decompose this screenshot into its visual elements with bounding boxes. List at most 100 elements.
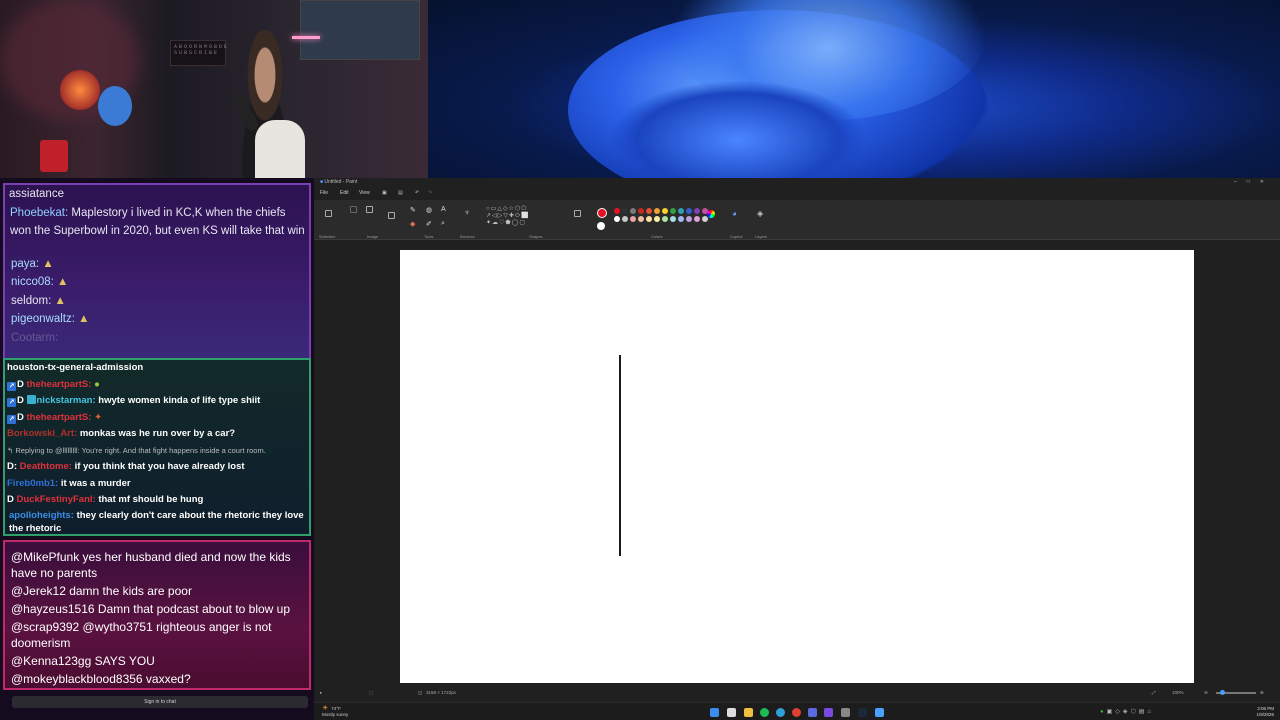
sign-in-to-chat-button[interactable]: Sign in to chat — [12, 696, 308, 708]
copilot-icon[interactable]: ◕ — [732, 209, 737, 218]
color-swatch[interactable] — [678, 208, 684, 214]
color-swatch[interactable] — [694, 208, 700, 214]
chat-message: @scrap9392 @wytho3751 righteous anger is… — [11, 620, 272, 650]
weather-widget[interactable]: ☀ 74°F Mostly sunny — [322, 705, 348, 717]
color-swatch[interactable] — [622, 208, 628, 214]
minimize-button[interactable]: – — [1234, 179, 1247, 185]
badge-icon — [26, 395, 36, 404]
emote-icon: ▲ — [78, 313, 90, 325]
clock-date: 1/9/2026 — [1256, 711, 1274, 717]
chat-reply: ↰ Replying to @lllllllll: You're right. … — [7, 445, 266, 455]
secondary-color[interactable] — [597, 222, 605, 230]
start-icon[interactable] — [710, 708, 719, 717]
status-bar: ▸ ⬚ ◱ 3158 × 1722px ⤢ 100% ⊖ ⊕ — [314, 686, 1280, 700]
chat-message: seldom: ▲ — [11, 294, 66, 307]
layers-icon[interactable]: ◈ — [757, 209, 763, 218]
color-swatch[interactable] — [654, 208, 660, 214]
edge-icon[interactable] — [776, 708, 785, 717]
app-icon[interactable] — [841, 708, 850, 717]
file-explorer-icon[interactable] — [744, 708, 753, 717]
undo-icon[interactable]: ↶ — [415, 188, 419, 198]
obs-icon[interactable] — [824, 708, 833, 717]
eraser-icon[interactable]: ◆ — [410, 220, 415, 228]
brush-icon[interactable]: ♆ — [464, 208, 470, 217]
menu-edit[interactable]: Edit — [340, 188, 349, 198]
maximize-button[interactable]: □ — [1247, 179, 1260, 185]
color-swatch[interactable] — [638, 216, 644, 222]
color-swatch[interactable] — [670, 208, 676, 214]
window-controls: –□✕ — [1234, 178, 1274, 186]
outline-fill-icon[interactable] — [574, 210, 581, 217]
magnifier-icon[interactable]: ⌕ — [441, 220, 445, 228]
rotate-icon[interactable] — [388, 212, 395, 219]
menu-file[interactable]: File — [320, 188, 328, 198]
group-label: Brushes — [460, 234, 475, 239]
paint-taskbar-icon[interactable] — [875, 708, 884, 717]
fill-icon[interactable]: ◍ — [426, 206, 432, 214]
color-swatch[interactable] — [614, 216, 620, 222]
tray-icon: ▣◇◈⬡▤⌂ — [1106, 709, 1155, 715]
zoom-slider-thumb[interactable] — [1220, 690, 1225, 695]
color-swatch[interactable] — [630, 216, 636, 222]
color-swatch[interactable] — [686, 208, 692, 214]
color-swatch[interactable] — [638, 208, 644, 214]
wall-frame — [300, 0, 420, 60]
zoom-level: 100% — [1172, 690, 1184, 695]
chat-column: assiatance Phoebekat: Maplestory i lived… — [0, 178, 314, 720]
crop-icon[interactable] — [350, 206, 357, 213]
color-swatch[interactable] — [614, 208, 620, 214]
color-swatch[interactable] — [694, 216, 700, 222]
group-label: Copilot — [730, 234, 743, 239]
spotify-icon[interactable] — [760, 708, 769, 717]
share-icon[interactable]: ▤ — [398, 188, 403, 198]
color-swatch[interactable] — [686, 216, 692, 222]
color-swatch[interactable] — [630, 208, 636, 214]
chrome-icon[interactable] — [792, 708, 801, 717]
edit-colors-icon[interactable] — [707, 210, 715, 218]
color-swatch[interactable] — [646, 208, 652, 214]
text-icon[interactable]: A — [441, 206, 446, 213]
paint-window: ■ Untitled - Paint –□✕ File Edit View ▣ … — [314, 178, 1280, 702]
primary-color[interactable] — [597, 208, 607, 218]
color-picker-icon[interactable]: ✐ — [426, 220, 432, 228]
desktop-wallpaper — [428, 0, 1280, 178]
chat-header: houston-tx-general-admission — [7, 362, 144, 373]
zoom-out-icon[interactable]: ⊖ — [1204, 686, 1208, 700]
resize-icon[interactable] — [366, 206, 373, 213]
fit-icon[interactable]: ⤢ — [1152, 686, 1156, 700]
color-swatch[interactable] — [622, 216, 628, 222]
discord-icon[interactable] — [808, 708, 817, 717]
zoom-in-icon[interactable]: ⊕ — [1260, 686, 1264, 700]
color-swatch[interactable] — [670, 216, 676, 222]
color-swatch[interactable] — [678, 216, 684, 222]
canvas-size: 3158 × 1722px — [426, 690, 456, 695]
pencil-icon[interactable]: ✎ — [410, 206, 416, 214]
chat-panel-bottom: @MikePfunk yes her husband died and now … — [3, 540, 311, 690]
group-label: Selection — [319, 234, 336, 239]
shapes-gallery[interactable]: ○▭△◇☆⬡⬠ ↗◁▷▽✚⬭⬜ ✦☁♡⬟◯▢ — [486, 206, 548, 228]
selection-icon[interactable] — [325, 210, 332, 217]
redo-icon[interactable]: ↷ — [428, 188, 432, 198]
chat-message: assiatance — [9, 188, 64, 200]
weather-icon: ☀ — [322, 705, 329, 712]
color-swatch[interactable] — [662, 216, 668, 222]
streamer-shirt — [255, 120, 305, 178]
drawing-canvas[interactable] — [400, 250, 1194, 683]
chat-message: D: Deathtome: if you think that you have… — [7, 461, 245, 472]
system-tray[interactable]: ●▣◇◈⬡▤⌂ — [1100, 708, 1154, 715]
emote-icon: ▲ — [54, 294, 66, 307]
close-button[interactable]: ✕ — [1260, 179, 1274, 185]
color-swatch[interactable] — [646, 216, 652, 222]
save-icon[interactable]: ▣ — [382, 188, 387, 198]
color-swatch[interactable] — [702, 216, 708, 222]
task-view-icon[interactable] — [727, 708, 736, 717]
steam-icon[interactable] — [858, 708, 867, 717]
menu-view[interactable]: View — [359, 188, 370, 198]
chat-message-faded: Cootarm: — [11, 331, 59, 344]
chat-message: Fireb0mb1: it was a murder — [7, 477, 131, 489]
system-clock[interactable]: 3:06 PM 1/9/2026 — [1256, 706, 1274, 717]
color-swatch[interactable] — [654, 216, 660, 222]
color-swatch[interactable] — [662, 208, 668, 214]
chat-message: nicco08: ▲ — [11, 276, 69, 288]
letter-board: ABOORNMOBDE SUBSCRIBE — [170, 40, 227, 66]
